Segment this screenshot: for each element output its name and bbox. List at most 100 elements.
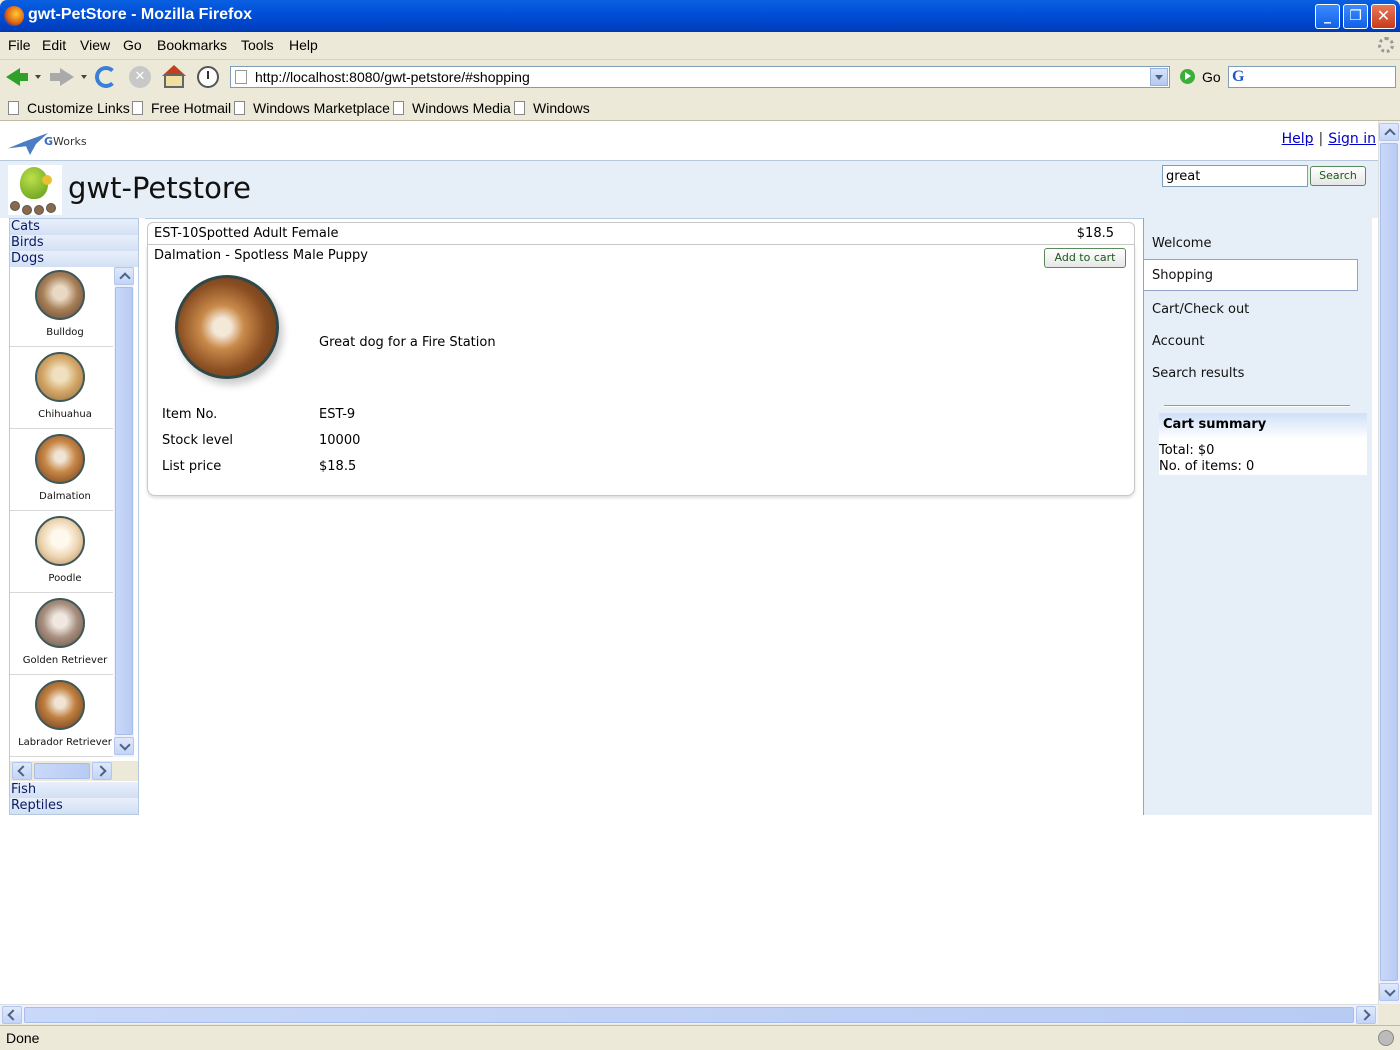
scroll-thumb[interactable] [1380,143,1398,981]
breed-list[interactable]: Bulldog Chihuahua Dalmation Poodle Golde… [10,267,138,782]
cart-summary-title: Cart summary [1159,413,1367,439]
menu-file[interactable]: File [8,37,31,53]
breed-item-dalmation[interactable]: Dalmation [10,431,113,511]
nav-shopping[interactable]: Shopping [1144,259,1358,291]
bookmark-page-icon [234,101,245,115]
app-header: gwt-Petstore Search [0,160,1378,218]
category-panel: Cats Birds Dogs Bulldog Chihuahua Dalmat… [9,218,139,815]
cart-total: Total: $0 [1159,443,1215,458]
scrollbar-corner [1378,1004,1400,1024]
security-status-icon [1378,1030,1394,1046]
cart-item-count: No. of items: 0 [1159,459,1255,474]
category-dogs[interactable]: Dogs [10,251,138,267]
menu-edit[interactable]: Edit [42,37,66,53]
menu-go[interactable]: Go [123,37,142,53]
bookmark-free-hotmail[interactable]: Free Hotmail [132,100,231,116]
help-link[interactable]: Help [1282,131,1314,147]
forward-dropdown-icon[interactable] [81,75,87,79]
sign-in-link[interactable]: Sign in [1328,131,1376,147]
menu-help[interactable]: Help [289,37,318,53]
status-text: Done [6,1030,40,1046]
window-titlebar[interactable]: gwt-PetStore - Mozilla Firefox _ ❐ ✕ [0,0,1400,32]
bulldog-photo [35,270,85,320]
stock-level-label: Stock level [162,433,234,448]
search-input[interactable] [1162,165,1308,187]
breed-item-labrador-retriever[interactable]: Labrador Retriever [10,677,113,757]
url-text[interactable]: http://localhost:8080/gwt-petstore/#shop… [255,69,530,85]
scroll-right-icon[interactable] [1356,1006,1376,1024]
top-links: Help | Sign in [1281,131,1376,147]
menu-tools[interactable]: Tools [241,37,274,53]
forward-arrow-icon[interactable] [50,65,74,89]
nav-account[interactable]: Account [1144,326,1358,358]
poodle-photo [35,516,85,566]
bookmark-page-icon [8,101,19,115]
home-icon[interactable] [162,65,186,89]
scroll-left-icon[interactable] [2,1006,22,1024]
menu-view[interactable]: View [80,37,110,53]
category-birds[interactable]: Birds [10,235,138,251]
scroll-down-icon[interactable] [114,737,134,755]
bookmark-windows-marketplace[interactable]: Windows Marketplace [234,100,390,116]
bookmark-windows[interactable]: Windows [514,100,590,116]
close-button[interactable]: ✕ [1371,4,1396,29]
scroll-up-icon[interactable] [114,267,134,285]
nav-search-results[interactable]: Search results [1144,358,1358,390]
item-price: $18.5 [1076,226,1114,241]
item-description: Great dog for a Fire Station [319,335,496,350]
breed-item-bulldog[interactable]: Bulldog [10,267,113,347]
labrador-retriever-photo [35,680,85,730]
bookmark-page-icon [514,101,525,115]
nav-welcome[interactable]: Welcome [1144,228,1358,260]
add-to-cart-button[interactable]: Add to cart [1044,248,1126,268]
google-engine-icon[interactable]: G [1232,68,1244,86]
google-search-box[interactable]: G [1228,66,1396,88]
nav-divider [1164,405,1350,407]
gworks-bird-icon [8,133,48,155]
scroll-thumb[interactable] [115,287,133,735]
breed-list-horizontal-scrollbar[interactable] [10,761,138,781]
stop-icon[interactable]: ✕ [128,65,152,89]
bookmark-customize-links[interactable]: Customize Links [8,100,130,116]
url-bar[interactable]: http://localhost:8080/gwt-petstore/#shop… [230,66,1170,88]
bookmark-windows-media[interactable]: Windows Media [393,100,511,116]
throbber-icon [1378,37,1394,53]
cart-summary: Cart summary Total: $0 No. of items: 0 [1159,413,1367,475]
menu-bookmarks[interactable]: Bookmarks [157,37,227,53]
back-arrow-icon[interactable] [4,65,28,89]
list-price-label: List price [162,459,222,474]
minimize-button[interactable]: _ [1315,4,1340,29]
breed-list-vertical-scrollbar[interactable] [114,267,134,757]
item-name: EST-10Spotted Adult Female [154,226,339,241]
item-row[interactable]: EST-10Spotted Adult Female $18.5 [147,222,1135,244]
scroll-right-icon[interactable] [92,762,112,780]
category-cats[interactable]: Cats [10,219,138,235]
category-reptiles[interactable]: Reptiles [10,798,138,814]
page-horizontal-scrollbar[interactable] [0,1004,1378,1024]
nav-cart-checkout[interactable]: Cart/Check out [1144,294,1358,326]
page-viewport: GWorks Help|Sign in gwt-Petstore Search … [0,121,1378,1004]
page-vertical-scrollbar[interactable] [1378,121,1400,1004]
app-title: gwt-Petstore [68,171,251,205]
search-button[interactable]: Search [1310,166,1366,186]
breed-item-golden-retriever[interactable]: Golden Retriever [10,595,113,675]
breed-item-chihuahua[interactable]: Chihuahua [10,349,113,429]
scroll-up-icon[interactable] [1379,123,1399,141]
scroll-left-icon[interactable] [12,762,32,780]
parrot-logo-icon [8,165,62,215]
stock-level-value: 10000 [319,433,361,448]
scroll-thumb[interactable] [34,763,90,779]
menu-bar: File Edit View Go Bookmarks Tools Help [0,32,1400,60]
reload-icon[interactable] [94,65,118,89]
breed-item-poodle[interactable]: Poodle [10,513,113,593]
scroll-down-icon[interactable] [1379,983,1399,1001]
detail-title: Dalmation - Spotless Male Puppy [154,248,368,263]
maximize-button[interactable]: ❐ [1343,4,1368,29]
url-dropdown-icon[interactable] [1150,68,1168,86]
category-fish[interactable]: Fish [10,782,138,798]
scroll-thumb[interactable] [24,1007,1354,1023]
navigation-toolbar: ✕ http://localhost:8080/gwt-petstore/#sh… [0,60,1400,94]
back-dropdown-icon[interactable] [35,75,41,79]
go-label: Go [1202,69,1221,85]
history-clock-icon[interactable] [196,65,220,89]
